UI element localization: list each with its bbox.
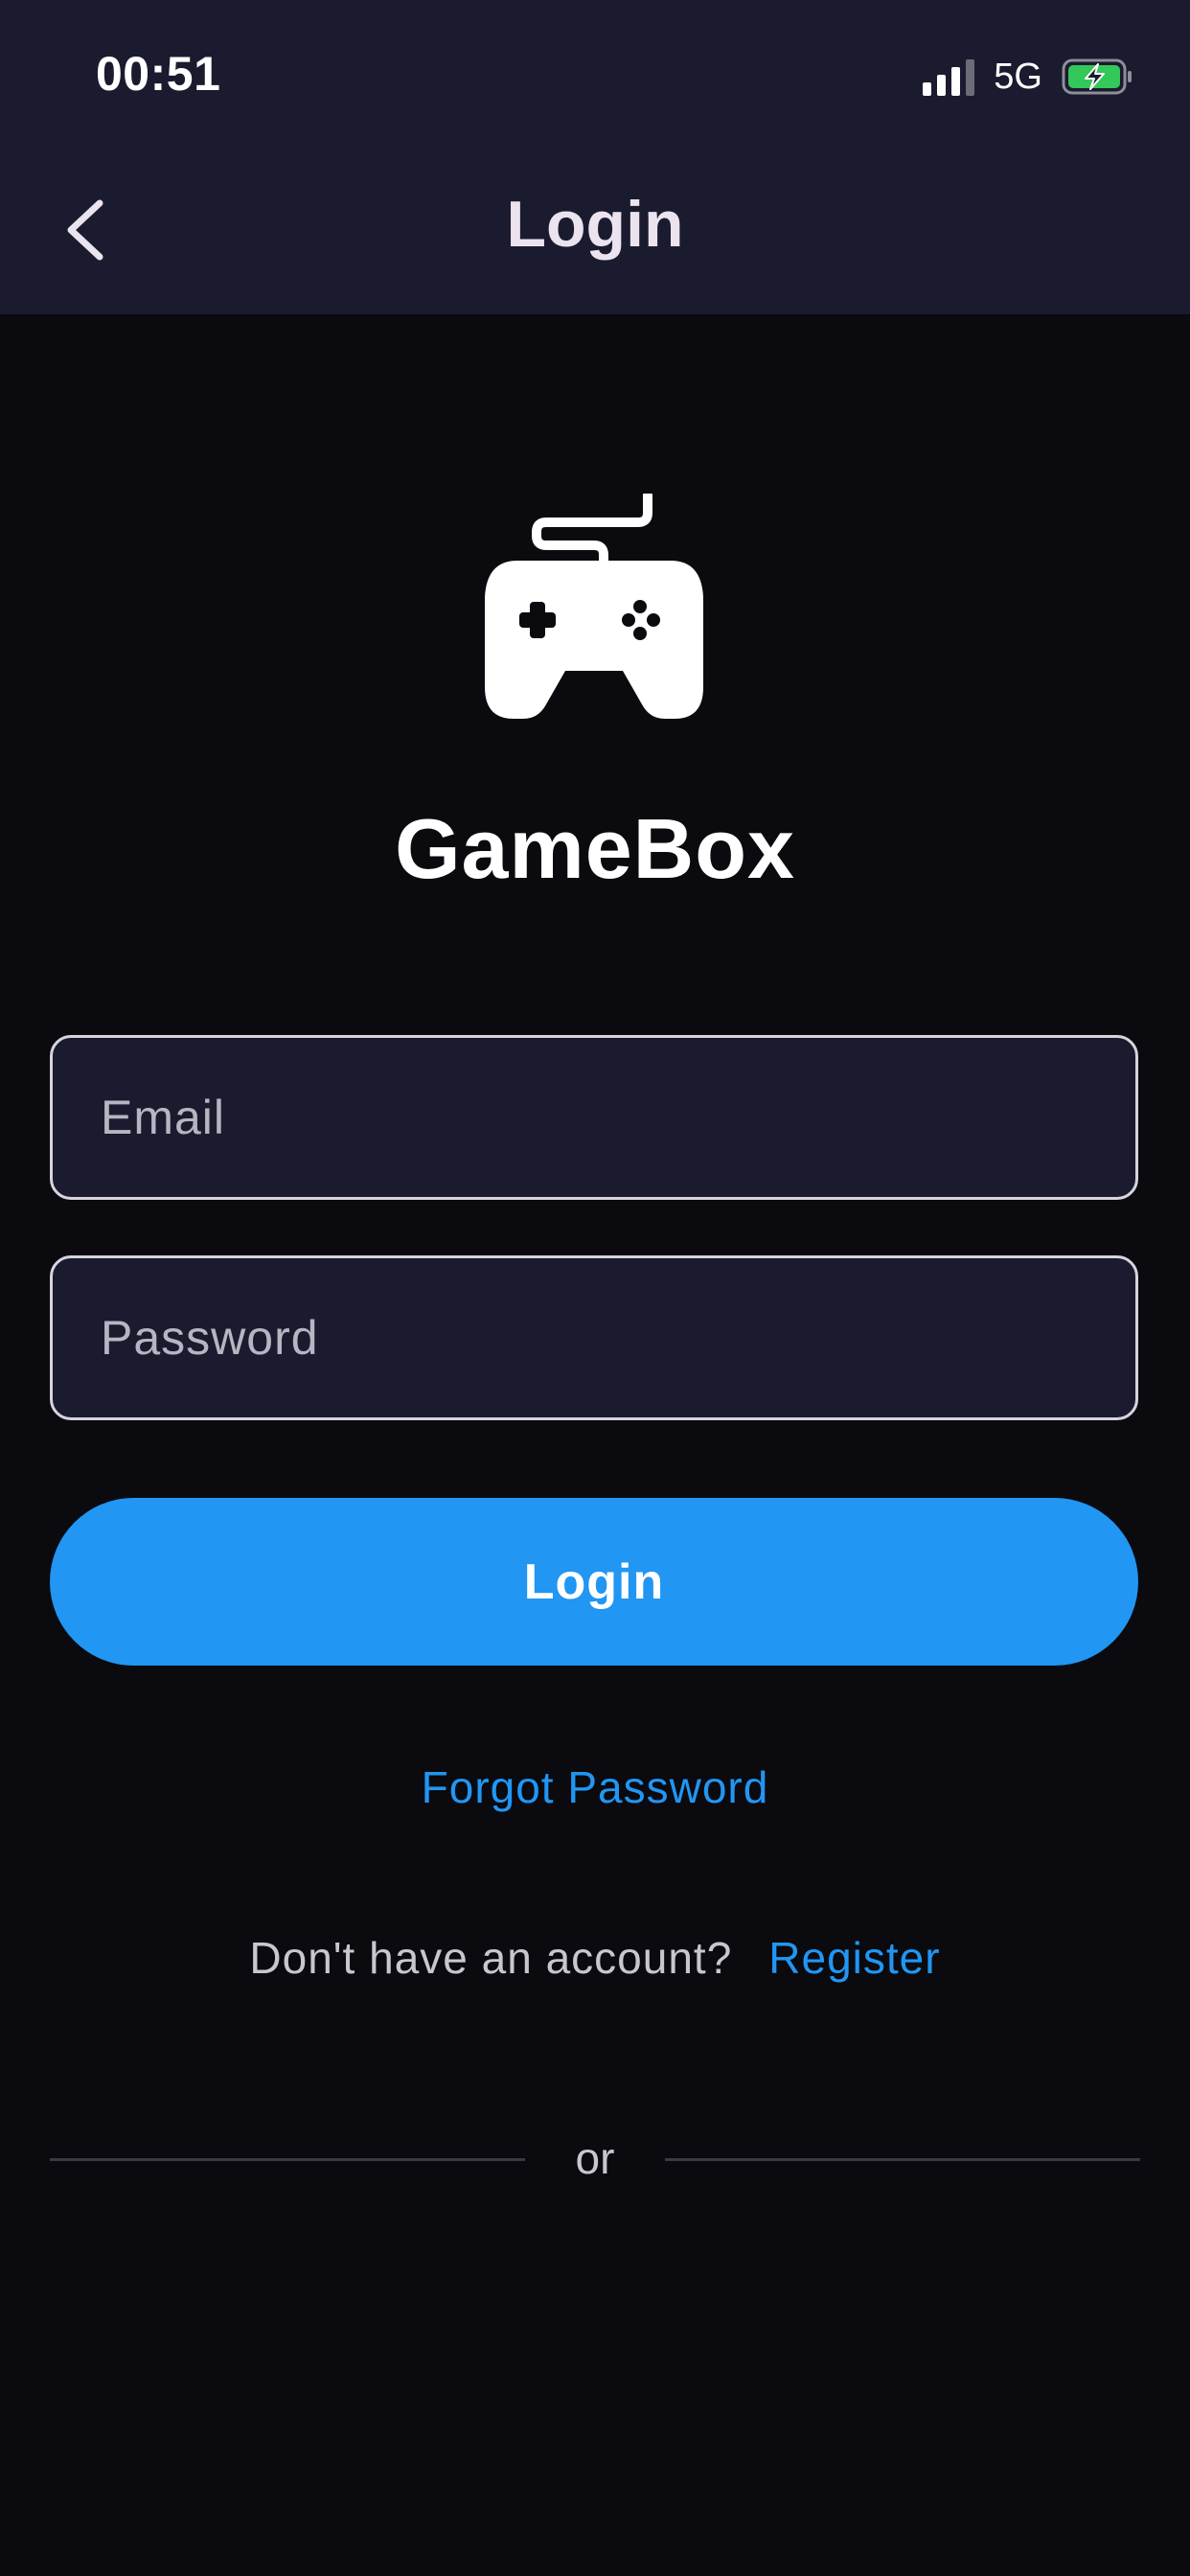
login-button[interactable]: Login	[50, 1498, 1138, 1666]
register-row: Don't have an account? Register	[0, 1932, 1190, 1984]
password-input[interactable]	[50, 1255, 1138, 1420]
app-name: GameBox	[395, 801, 795, 896]
status-indicators: 5G	[923, 54, 1133, 100]
register-link[interactable]: Register	[768, 1933, 940, 1983]
page-title: Login	[506, 188, 684, 261]
register-prompt: Don't have an account?	[249, 1933, 733, 1983]
network-type: 5G	[994, 56, 1042, 97]
signal-icon	[923, 58, 975, 96]
divider-line-left	[50, 2158, 525, 2161]
divider-text: or	[575, 2133, 615, 2183]
gamepad-icon	[479, 491, 709, 724]
email-input[interactable]	[50, 1035, 1138, 1200]
battery-charging-icon	[1062, 58, 1133, 95]
header: 00:51 5G Login	[0, 0, 1190, 314]
divider-line-right	[665, 2158, 1140, 2161]
login-screen: 00:51 5G Login GameBox Email Login Forgo…	[0, 0, 1190, 2576]
forgot-password-link[interactable]: Forgot Password	[0, 1761, 1190, 1813]
status-time: 00:51	[96, 47, 221, 101]
